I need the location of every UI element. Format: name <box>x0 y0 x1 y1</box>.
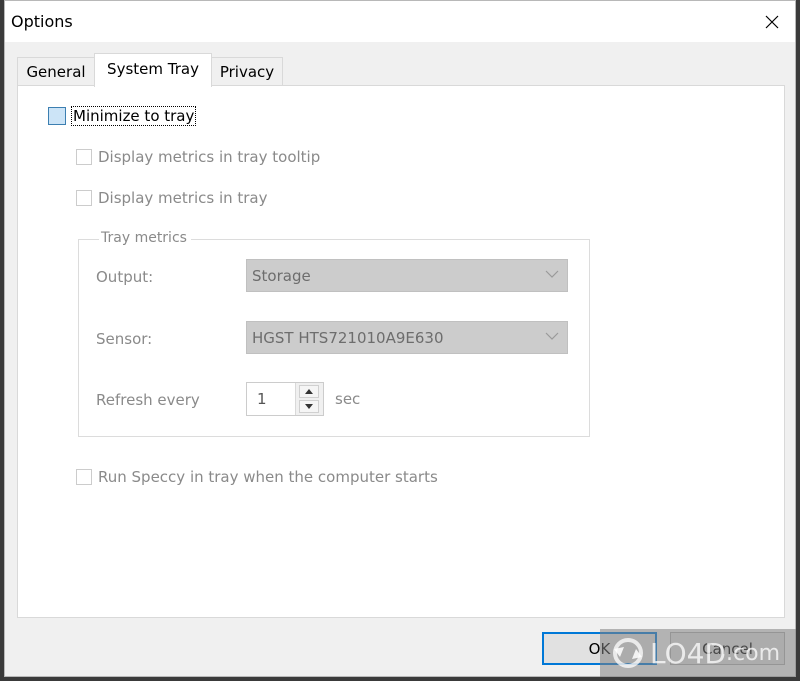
refresh-label: Refresh every <box>96 391 200 409</box>
chevron-down-icon <box>545 332 559 340</box>
display-metrics-tray-label: Display metrics in tray <box>98 189 268 207</box>
refresh-arrows-logo-icon <box>613 638 643 668</box>
display-metrics-tray-checkbox[interactable]: Display metrics in tray <box>76 189 268 207</box>
output-select[interactable]: Storage <box>246 259 568 292</box>
lo4d-watermark: LO4D .com <box>600 629 796 677</box>
watermark-suffix: .com <box>726 640 780 666</box>
background-app-right <box>796 0 800 681</box>
chevron-down-icon <box>545 270 559 278</box>
output-label: Output: <box>96 268 154 286</box>
tray-metrics-legend: Tray metrics <box>99 230 191 246</box>
tray-metrics-group: Tray metrics Output: Storage Sensor: HGS… <box>78 230 590 437</box>
title-bar: Options <box>5 1 795 42</box>
watermark-brand: LO4D <box>650 636 727 670</box>
window-title: Options <box>11 12 73 31</box>
close-x-icon <box>765 15 779 28</box>
minimize-to-tray-label: Minimize to tray <box>70 106 197 126</box>
refresh-value[interactable]: 1 <box>257 390 267 408</box>
sensor-value: HGST HTS721010A9E630 <box>252 328 444 347</box>
spin-up-button[interactable] <box>299 385 319 398</box>
run-at-startup-checkbox[interactable]: Run Speccy in tray when the computer sta… <box>76 468 438 486</box>
run-at-startup-label: Run Speccy in tray when the computer sta… <box>98 468 438 486</box>
refresh-spinner[interactable]: 1 <box>246 382 324 416</box>
tab-privacy-label: Privacy <box>219 63 275 81</box>
options-dialog: Options General System Tray Privacy Mini… <box>4 0 796 677</box>
display-metrics-tooltip-label: Display metrics in tray tooltip <box>98 148 321 166</box>
output-value: Storage <box>252 266 311 285</box>
tab-general[interactable]: General <box>17 57 95 86</box>
tab-system-tray-label: System Tray <box>107 60 199 78</box>
checkbox-box[interactable] <box>76 469 92 485</box>
checkbox-box[interactable] <box>76 190 92 206</box>
checkbox-box[interactable] <box>48 107 66 125</box>
checkbox-box[interactable] <box>76 149 92 165</box>
close-button[interactable] <box>749 1 795 42</box>
refresh-unit-label: sec <box>335 390 361 408</box>
minimize-to-tray-checkbox[interactable]: Minimize to tray <box>48 106 197 126</box>
system-tray-panel: Minimize to tray Display metrics in tray… <box>17 85 785 618</box>
spinner-buttons <box>295 383 323 415</box>
spin-down-button[interactable] <box>299 400 319 413</box>
sensor-select[interactable]: HGST HTS721010A9E630 <box>246 321 568 354</box>
sensor-label: Sensor: <box>96 330 153 348</box>
triangle-up-icon <box>305 389 313 394</box>
tab-privacy[interactable]: Privacy <box>211 57 283 86</box>
triangle-down-icon <box>305 404 313 409</box>
tab-system-tray[interactable]: System Tray <box>94 53 212 87</box>
display-metrics-tooltip-checkbox[interactable]: Display metrics in tray tooltip <box>76 148 320 166</box>
tab-general-label: General <box>26 63 86 81</box>
